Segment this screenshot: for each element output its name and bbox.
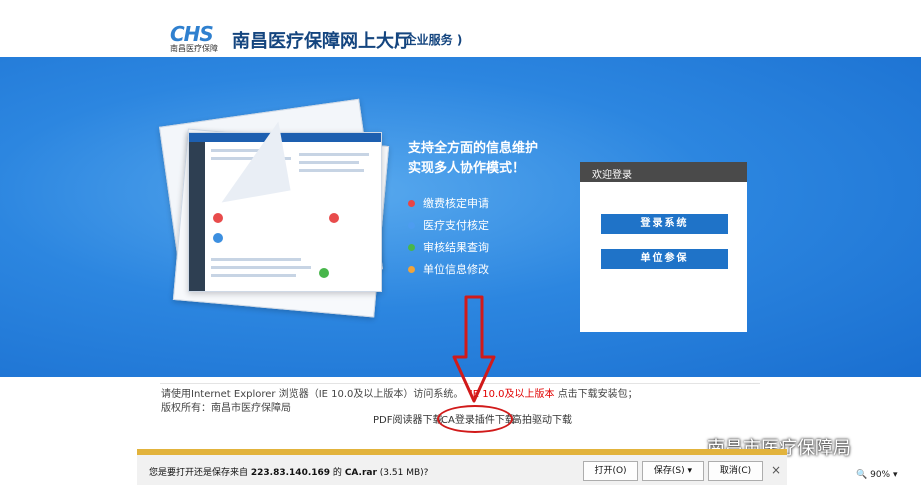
logo-subtitle: 南昌医疗保障: [170, 44, 218, 53]
login-system-button[interactable]: 登录系统: [601, 214, 728, 234]
save-label: 保存(S): [653, 466, 685, 476]
feature-label: 审核结果查询: [423, 241, 489, 254]
notice-download-text: 点击下载安装包；: [557, 389, 638, 400]
login-panel-header: 欢迎登录: [580, 162, 747, 182]
feature-item: 医疗支付核定: [408, 217, 489, 233]
illustration-sidebar: [189, 142, 205, 291]
login-panel: 欢迎登录 登录系统 单位参保: [580, 162, 747, 332]
prompt-text: 您是要打开还是保存来自: [149, 468, 249, 478]
feature-item: 审核结果查询: [408, 239, 489, 255]
browser-notice: 请使用Internet Explorer 浏览器（IE 10.0及以上版本）访问…: [161, 385, 638, 400]
bullet-icon: [408, 221, 415, 229]
zoom-icon: 🔍: [856, 470, 868, 480]
bullet-icon: [408, 265, 415, 273]
feature-label: 单位信息修改: [423, 263, 489, 276]
illustration-line: [211, 266, 311, 269]
open-button[interactable]: 打开(O): [583, 461, 638, 481]
feature-item: 缴费核定申请: [408, 195, 489, 211]
illustration-line: [211, 258, 301, 261]
feature-headline: 实现多人协作模式！: [408, 161, 526, 176]
download-filename: CA.rar: [344, 468, 377, 478]
feature-headline: 支持全方面的信息维护: [408, 141, 539, 156]
illustration-icon: [213, 233, 223, 243]
illustration-icon: [319, 268, 329, 278]
pdf-reader-download-link[interactable]: PDF阅读器下载: [373, 411, 442, 426]
ie-download-bar: 您是要打开还是保存来自 223.83.140.169 的 CA.rar (3.5…: [137, 449, 787, 485]
chs-logo[interactable]: CHS 南昌医疗保障: [170, 22, 226, 53]
close-icon[interactable]: ×: [771, 463, 781, 477]
chevron-down-icon: ▾: [892, 470, 898, 480]
illustration-icon: [213, 213, 223, 223]
bullet-icon: [408, 199, 415, 207]
save-button[interactable]: 保存(S) ▾: [642, 461, 704, 481]
download-prompt: 您是要打开还是保存来自 223.83.140.169 的 CA.rar (3.5…: [149, 465, 428, 478]
illustration-line: [211, 274, 296, 277]
zoom-level: 90%: [870, 470, 891, 480]
chevron-down-icon[interactable]: ▾: [688, 466, 693, 476]
illustration-icon: [329, 213, 339, 223]
zoom-control[interactable]: 🔍 90% ▾: [856, 470, 898, 480]
highlight-circle: [437, 405, 513, 433]
download-size: (3.51 MB)?: [379, 468, 429, 478]
prompt-text: 的: [332, 468, 342, 478]
site-subtitle: ( 企业服务 ): [395, 33, 463, 47]
scanner-driver-download-link[interactable]: 高拍驱动下载: [512, 411, 572, 426]
illustration-line: [299, 153, 369, 156]
login-title: 欢迎登录: [592, 170, 632, 181]
feature-item: 单位信息修改: [408, 261, 489, 277]
cancel-button[interactable]: 取消(C): [708, 461, 763, 481]
illustration-page-curl: [209, 121, 291, 203]
illustration-line: [299, 161, 359, 164]
bullet-icon: [408, 243, 415, 251]
feature-label: 缴费核定申请: [423, 197, 489, 210]
annotation-arrow-icon: [452, 295, 496, 403]
copyright: 版权所有：南昌市医疗保障局: [161, 403, 291, 414]
site-header: CHS 南昌医疗保障 南昌医疗保障网上大厅 ( 企业服务 ): [0, 0, 921, 57]
unit-enroll-button[interactable]: 单位参保: [601, 249, 728, 269]
illustration-line: [299, 169, 364, 172]
site-title: 南昌医疗保障网上大厅: [232, 31, 412, 52]
download-host: 223.83.140.169: [250, 468, 331, 478]
feature-label: 医疗支付核定: [423, 219, 489, 232]
